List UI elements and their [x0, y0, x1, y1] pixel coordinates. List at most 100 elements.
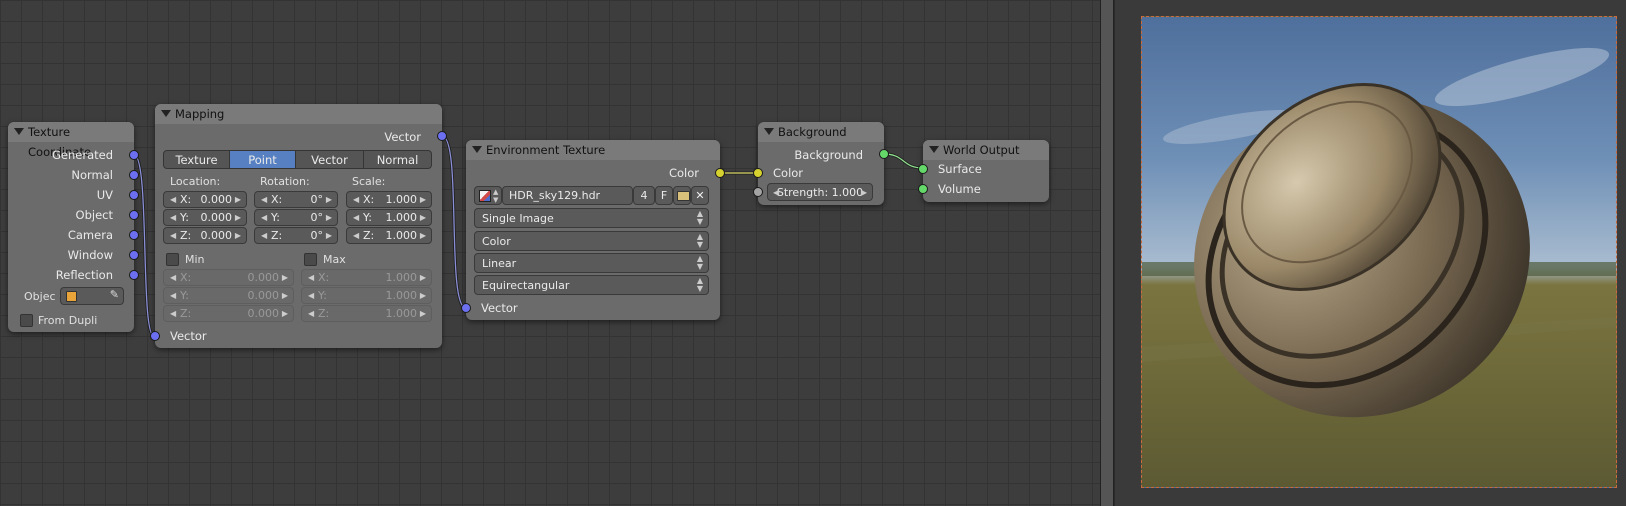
link-background-to-output [883, 152, 924, 170]
image-browse-button[interactable]: ▲ ▼ [474, 186, 502, 205]
mapping-node[interactable]: Mapping Vector Texture Point Vector Norm… [150, 104, 447, 348]
color-space-dropdown[interactable]: Color ▲ ▼ [474, 231, 709, 251]
min-z-field[interactable]: ◀ Z: 0.000 ▶ [163, 305, 294, 322]
node-header[interactable]: Texture Coordinate [8, 122, 134, 159]
image-icon [479, 190, 491, 202]
node-title: Environment Texture [486, 143, 606, 157]
tab-vector[interactable]: Vector [295, 150, 364, 169]
max-y-field[interactable]: ◀ Y: 1.000 ▶ [301, 287, 432, 304]
node-title: Mapping [175, 107, 225, 121]
link-generated-to-vector [132, 153, 156, 338]
socket-vector-out[interactable] [437, 131, 447, 141]
tab-point[interactable]: Point [229, 150, 296, 169]
input-vector: Vector [481, 301, 518, 315]
scale-x-field[interactable]: ◀ X: 1.000 ▶ [346, 191, 432, 208]
tab-normal[interactable]: Normal [363, 150, 432, 169]
rotation-z-field[interactable]: ◀ Z: 0° ▶ [254, 227, 338, 244]
object-field[interactable]: ✎ [60, 287, 124, 305]
image-users-count[interactable]: 4 [633, 186, 655, 205]
background-node[interactable]: Background Background Color ◀ Strength: … [753, 122, 889, 205]
location-label: Location: [170, 175, 221, 188]
collapse-triangle-icon[interactable] [14, 128, 24, 135]
min-y-field[interactable]: ◀ Y: 0.000 ▶ [163, 287, 294, 304]
area-divider[interactable] [1100, 0, 1114, 506]
from-dupli-label: From Dupli [38, 314, 98, 327]
socket-uv[interactable] [129, 190, 139, 200]
collapse-triangle-icon[interactable] [929, 146, 939, 153]
world-output-node[interactable]: World Output Surface Volume [918, 140, 1049, 202]
projection-dropdown[interactable]: Equirectangular ▲ ▼ [474, 275, 709, 295]
max-checkbox[interactable] [304, 253, 317, 266]
input-volume: Volume [938, 182, 981, 196]
source-dropdown[interactable]: Single Image ▲ ▼ [474, 208, 709, 228]
min-x-field[interactable]: ◀ X: 0.000 ▶ [163, 269, 294, 286]
node-header[interactable]: Background [758, 122, 884, 142]
tab-texture[interactable]: Texture [163, 150, 230, 169]
environment-texture-node[interactable]: Environment Texture Color ▲ ▼ HDR_sky129.… [461, 140, 725, 320]
socket-camera[interactable] [129, 230, 139, 240]
socket-volume-in[interactable] [918, 184, 928, 194]
rotation-label: Rotation: [260, 175, 310, 188]
interpolation-dropdown[interactable]: Linear ▲ ▼ [474, 253, 709, 273]
output-generated: Generated [51, 148, 113, 162]
open-image-button[interactable] [673, 186, 691, 205]
input-vector: Vector [170, 329, 207, 343]
socket-reflection[interactable] [129, 270, 139, 280]
strength-field[interactable]: ◀ Strength: 1.000 ▶ [767, 183, 873, 201]
socket-vector-in[interactable] [461, 303, 471, 313]
location-x-field[interactable]: ◀ X: 0.000 ▶ [163, 191, 247, 208]
min-checkbox[interactable] [166, 253, 179, 266]
eyedropper-icon[interactable]: ✎ [110, 288, 119, 301]
node-header[interactable]: Mapping [155, 104, 442, 124]
input-surface: Surface [938, 162, 982, 176]
max-label: Max [323, 253, 346, 266]
folder-icon [677, 191, 690, 201]
from-dupli-checkbox[interactable] [20, 314, 33, 327]
rendered-sphere-image [1142, 47, 1616, 418]
render-viewport[interactable] [1115, 0, 1626, 506]
socket-strength-in[interactable] [753, 187, 763, 197]
output-window: Window [67, 248, 113, 262]
location-z-field[interactable]: ◀ Z: 0.000 ▶ [163, 227, 247, 244]
fake-user-button[interactable]: F [655, 186, 673, 205]
socket-color-out[interactable] [715, 168, 725, 178]
node-header[interactable]: Environment Texture [466, 140, 720, 160]
output-normal: Normal [71, 168, 113, 182]
object-label: Objec [24, 290, 56, 303]
output-uv: UV [96, 188, 113, 202]
socket-vector-in[interactable] [150, 331, 160, 341]
collapse-triangle-icon[interactable] [764, 128, 774, 135]
link-mapping-to-env [441, 134, 467, 310]
scale-y-field[interactable]: ◀ Y: 1.000 ▶ [346, 209, 432, 226]
socket-normal[interactable] [129, 170, 139, 180]
rotation-x-field[interactable]: ◀ X: 0° ▶ [254, 191, 338, 208]
node-header[interactable]: World Output [923, 140, 1049, 160]
output-camera: Camera [67, 228, 113, 242]
node-title: Background [778, 125, 847, 139]
scale-z-field[interactable]: ◀ Z: 1.000 ▶ [346, 227, 432, 244]
node-title: World Output [943, 143, 1020, 157]
socket-color-in[interactable] [753, 168, 763, 178]
socket-surface-in[interactable] [918, 164, 928, 174]
socket-generated[interactable] [129, 150, 139, 160]
output-color: Color [668, 166, 699, 180]
max-z-field[interactable]: ◀ Z: 1.000 ▶ [301, 305, 432, 322]
texture-coordinate-node[interactable]: Texture Coordinate Generated Normal UV O… [8, 122, 139, 332]
location-y-field[interactable]: ◀ Y: 0.000 ▶ [163, 209, 247, 226]
collapse-triangle-icon[interactable] [472, 146, 482, 153]
socket-window[interactable] [129, 250, 139, 260]
rotation-y-field[interactable]: ◀ Y: 0° ▶ [254, 209, 338, 226]
image-name-field[interactable]: HDR_sky129.hdr [502, 186, 633, 205]
socket-background-out[interactable] [879, 149, 889, 159]
collapse-triangle-icon[interactable] [161, 110, 171, 117]
output-background: Background [794, 148, 863, 162]
socket-object[interactable] [129, 210, 139, 220]
object-cube-icon [66, 291, 77, 302]
max-x-field[interactable]: ◀ X: 1.000 ▶ [301, 269, 432, 286]
output-vector: Vector [384, 130, 421, 144]
unlink-image-button[interactable]: ✕ [691, 186, 709, 205]
close-icon: ✕ [695, 189, 705, 202]
node-editor[interactable]: Texture Coordinate Generated Normal UV O… [0, 0, 1100, 506]
render-preview [1141, 16, 1617, 488]
output-reflection: Reflection [55, 268, 113, 282]
